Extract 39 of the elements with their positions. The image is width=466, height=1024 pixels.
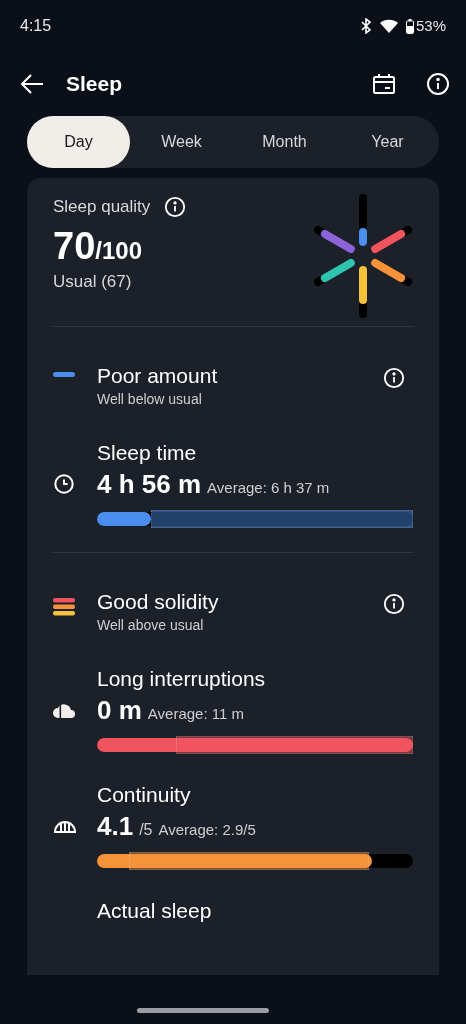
- wifi-icon: [379, 19, 398, 33]
- metric-average: Average: 2.9/5: [158, 820, 256, 840]
- dash-icon: [53, 372, 75, 378]
- bluetooth-icon: [359, 18, 372, 34]
- metric-average: Average: 11 m: [147, 704, 244, 724]
- info-icon[interactable]: [164, 195, 187, 218]
- metric-label: Sleep time: [97, 440, 198, 466]
- stripes-icon: [53, 598, 75, 616]
- battery-icon: [405, 18, 414, 34]
- metric-label: Continuity: [97, 782, 192, 808]
- page-title: Sleep: [66, 71, 124, 98]
- metric-value: 4 h 56 m: [97, 468, 202, 501]
- battery-level: 53%: [415, 15, 446, 36]
- calendar-icon[interactable]: [372, 73, 396, 95]
- section-title: Poor amount: [97, 363, 219, 389]
- clock-icon: [53, 473, 75, 495]
- quality-max: /100: [95, 236, 142, 266]
- quality-label: Sleep quality: [53, 196, 151, 218]
- period-tab[interactable]: Month: [233, 116, 336, 168]
- period-tab[interactable]: Year: [336, 116, 439, 168]
- info-icon[interactable]: [383, 367, 405, 389]
- quality-score: 70: [53, 223, 96, 268]
- metric-unit: /5: [139, 820, 153, 840]
- info-icon[interactable]: [383, 593, 405, 615]
- section-title: Good solidity: [97, 589, 220, 615]
- section-subtitle: Well above usual: [97, 616, 205, 635]
- back-arrow-icon[interactable]: [20, 73, 44, 95]
- status-time: 4:15: [20, 16, 52, 36]
- period-tab[interactable]: Week: [130, 116, 233, 168]
- metric-label: Actual sleep: [97, 898, 213, 924]
- metric-average: Average: 6 h 37 m: [207, 478, 330, 498]
- section-subtitle: Well below usual: [97, 390, 203, 409]
- period-tab[interactable]: Day: [27, 116, 130, 168]
- metric-value: 4.1: [97, 810, 134, 843]
- usual-score: Usual (67): [53, 271, 132, 291]
- metric-value: 0 m: [97, 694, 142, 727]
- cloud-icon: [53, 701, 77, 719]
- metric-label: Long interruptions: [97, 666, 267, 692]
- info-icon[interactable]: [426, 72, 450, 96]
